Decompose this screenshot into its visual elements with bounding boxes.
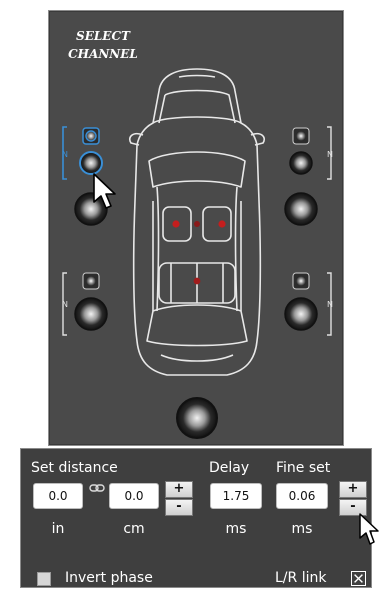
subwoofer-speaker[interactable] [176,397,218,439]
invert-phase-label: Invert phase [65,570,153,586]
distance-cm-field[interactable]: 0.0 [109,483,159,509]
car-diagram: N N N N [62,68,333,439]
distance-in-field[interactable]: 0.0 [33,483,83,509]
distance-stepper: + - [165,481,193,517]
front-left-tweeter-speaker[interactable] [82,127,100,145]
invert-phase-checkbox[interactable] [37,572,51,586]
front-right-midrange-speaker[interactable] [289,151,313,175]
front-right-bracket-letter: N [327,150,333,159]
mouse-pointer-icon [93,173,116,209]
front-left-midrange-speaker[interactable] [79,151,103,175]
fine-set-increment-button[interactable]: + [339,481,367,498]
front-left-bracket-letter: N [62,150,68,159]
rear-right-tweeter-speaker[interactable] [292,272,310,290]
fine-set-label: Fine set [276,460,331,476]
unit-cm-label: cm [123,521,145,537]
mouse-pointer-icon [359,513,379,545]
fine-set-unit-label: ms [291,521,313,537]
rear-left-tweeter-speaker[interactable] [82,272,100,290]
set-distance-label: Set distance [31,460,118,476]
delay-label: Delay [209,460,250,476]
fine-set-field[interactable]: 0.06 [276,483,328,509]
seat-dot-front-right [218,220,226,228]
lr-link-label: L/R link [275,570,327,586]
delay-unit-label: ms [225,521,247,537]
distance-decrement-button[interactable]: - [165,499,193,516]
lr-link-checkbox[interactable] [351,571,366,586]
seat-dot-center [194,221,200,227]
distance-increment-button[interactable]: + [165,481,193,498]
rear-right-woofer-speaker[interactable] [284,297,318,331]
seat-dot-rear [193,277,201,285]
front-right-woofer-speaker[interactable] [284,192,318,226]
select-channel-panel: SELECT CHANNEL N N N N [48,10,344,446]
chain-link-icon[interactable] [89,482,105,494]
rear-right-bracket-letter: N [327,300,333,309]
front-right-tweeter-speaker[interactable] [292,127,310,145]
delay-field[interactable]: 1.75 [210,483,262,509]
unit-in-label: in [51,521,65,537]
seat-dot-front-left [172,220,180,228]
rear-left-woofer-speaker[interactable] [74,297,108,331]
rear-left-bracket-letter: N [62,300,68,309]
delay-controls-panel: Set distance Delay Fine set 0.0 0.0 + - … [20,448,372,588]
